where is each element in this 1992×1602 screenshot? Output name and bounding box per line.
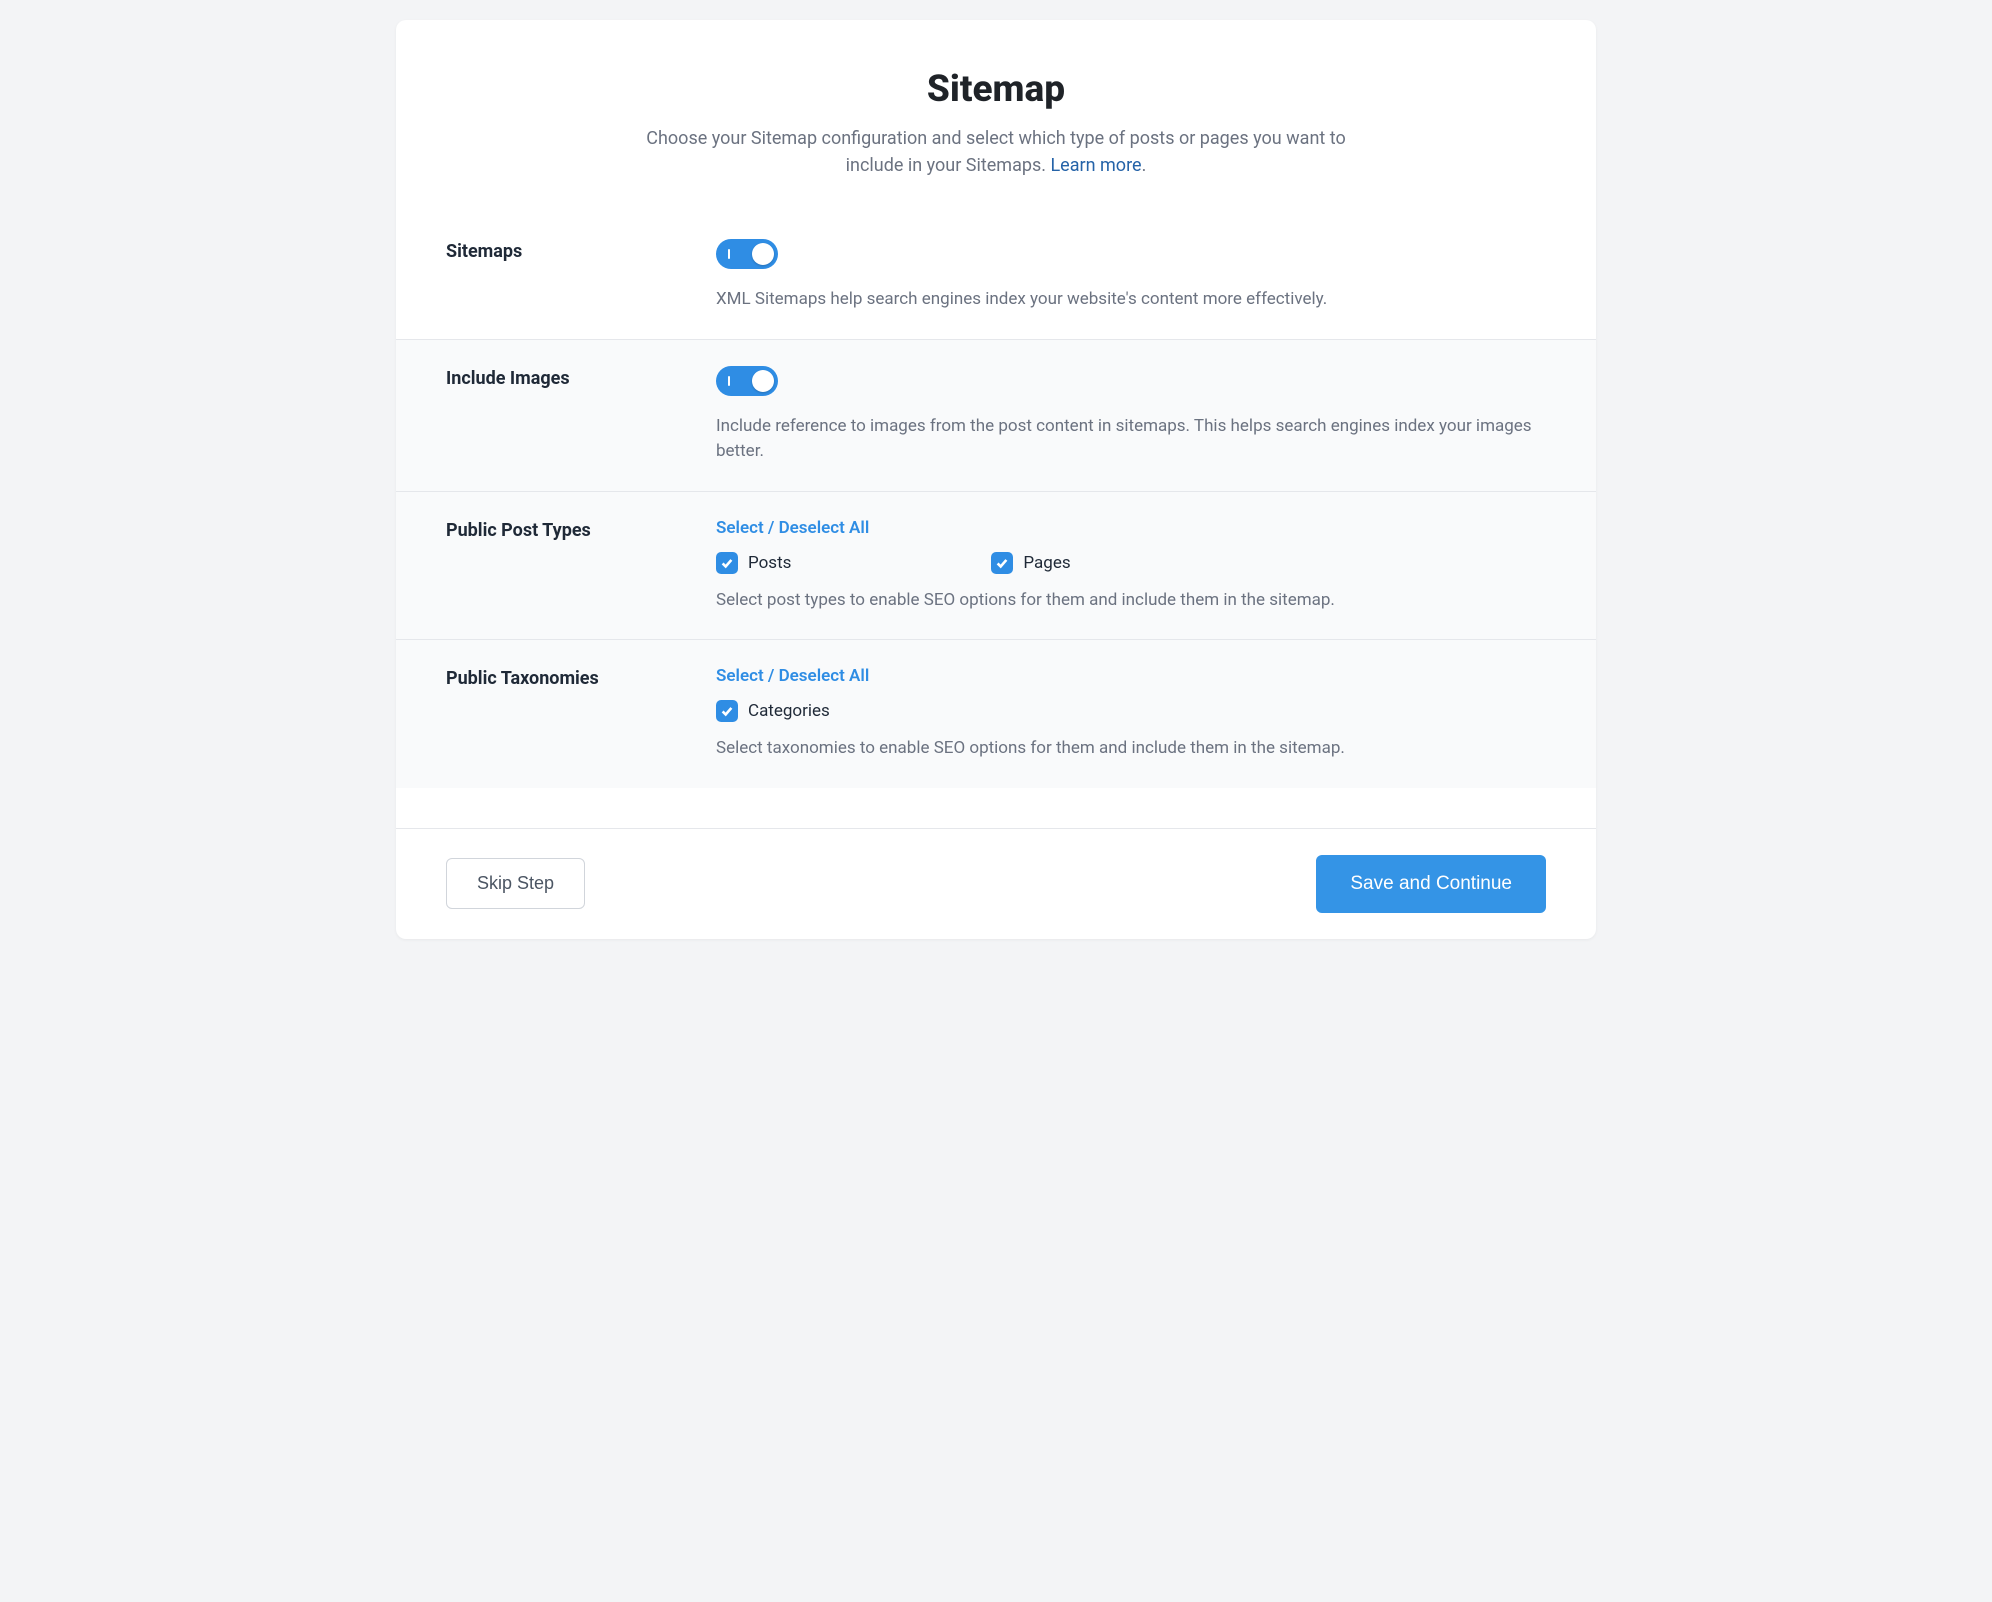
card-footer: Skip Step Save and Continue: [396, 828, 1596, 939]
checkmark-icon: [720, 556, 734, 570]
setting-label-taxonomies: Public Taxonomies: [446, 668, 716, 689]
setting-row-taxonomies: Public Taxonomies Select / Deselect All …: [396, 639, 1596, 788]
setting-row-post-types: Public Post Types Select / Deselect All …: [396, 491, 1596, 640]
settings-card: Sitemap Choose your Sitemap configuratio…: [396, 20, 1596, 939]
subtitle-text: Choose your Sitemap configuration and se…: [646, 128, 1345, 176]
save-continue-button[interactable]: Save and Continue: [1316, 855, 1546, 913]
setting-label-col: Sitemaps: [446, 239, 716, 313]
post-types-checkbox-group: Posts Pages: [716, 552, 1566, 574]
checkbox-label-pages: Pages: [1023, 553, 1070, 573]
subtitle-period: .: [1142, 155, 1147, 176]
post-types-select-all-link[interactable]: Select / Deselect All: [716, 518, 869, 538]
setting-control-col: XML Sitemaps help search engines index y…: [716, 239, 1566, 313]
checkbox-item-categories[interactable]: Categories: [716, 700, 830, 722]
sitemaps-desc: XML Sitemaps help search engines index y…: [716, 287, 1566, 313]
toggle-on-indicator-icon: [728, 249, 730, 259]
taxonomies-select-all-link[interactable]: Select / Deselect All: [716, 666, 869, 686]
checkbox-posts: [716, 552, 738, 574]
post-types-desc: Select post types to enable SEO options …: [716, 588, 1566, 614]
setting-label-include-images: Include Images: [446, 368, 716, 389]
setting-control-col: Select / Deselect All Posts Pages: [716, 518, 1566, 614]
sitemaps-toggle[interactable]: [716, 239, 778, 269]
setting-label-post-types: Public Post Types: [446, 520, 716, 541]
checkbox-item-pages[interactable]: Pages: [991, 552, 1070, 574]
setting-row-sitemaps: Sitemaps XML Sitemaps help search engine…: [396, 209, 1596, 339]
checkbox-categories: [716, 700, 738, 722]
include-images-desc: Include reference to images from the pos…: [716, 414, 1566, 465]
checkbox-label-categories: Categories: [748, 701, 830, 721]
setting-label-sitemaps: Sitemaps: [446, 241, 716, 262]
checkmark-icon: [995, 556, 1009, 570]
checkmark-icon: [720, 704, 734, 718]
toggle-knob-icon: [752, 243, 774, 265]
toggle-knob-icon: [752, 370, 774, 392]
page-subtitle: Choose your Sitemap configuration and se…: [626, 125, 1366, 179]
setting-control-col: Select / Deselect All Categories Select …: [716, 666, 1566, 762]
page-title: Sitemap: [456, 68, 1536, 111]
setting-row-include-images: Include Images Include reference to imag…: [396, 339, 1596, 491]
checkbox-pages: [991, 552, 1013, 574]
toggle-on-indicator-icon: [728, 376, 730, 386]
checkbox-label-posts: Posts: [748, 553, 791, 573]
setting-label-col: Include Images: [446, 366, 716, 465]
setting-label-col: Public Taxonomies: [446, 666, 716, 762]
setting-control-col: Include reference to images from the pos…: [716, 366, 1566, 465]
taxonomies-checkbox-group: Categories: [716, 700, 1566, 722]
setting-label-col: Public Post Types: [446, 518, 716, 614]
include-images-toggle[interactable]: [716, 366, 778, 396]
taxonomies-desc: Select taxonomies to enable SEO options …: [716, 736, 1566, 762]
checkbox-item-posts[interactable]: Posts: [716, 552, 791, 574]
skip-step-button[interactable]: Skip Step: [446, 858, 585, 909]
card-header: Sitemap Choose your Sitemap configuratio…: [396, 20, 1596, 209]
learn-more-link[interactable]: Learn more: [1050, 155, 1141, 176]
settings-body: Sitemaps XML Sitemaps help search engine…: [396, 209, 1596, 828]
